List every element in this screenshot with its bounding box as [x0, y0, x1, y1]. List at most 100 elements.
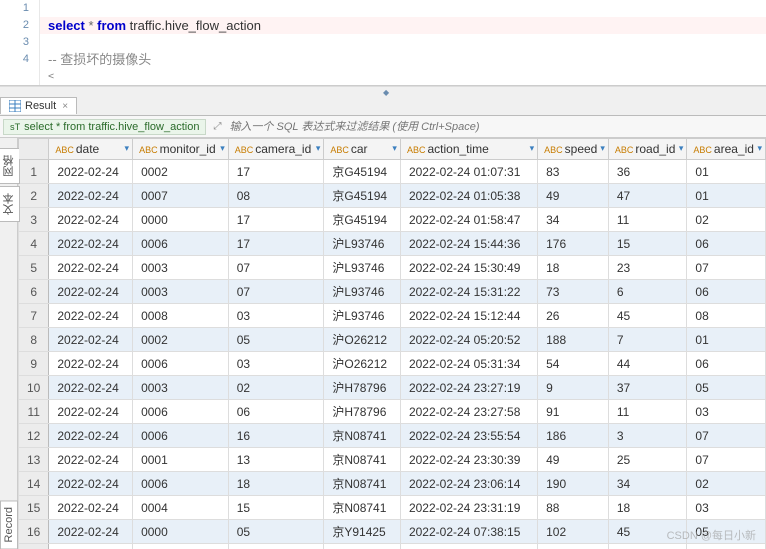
cell[interactable]: 07	[687, 424, 766, 448]
cell[interactable]: 2022-02-24	[49, 544, 133, 549]
cell[interactable]: 2022-02-24	[49, 400, 133, 424]
cell[interactable]: 34	[608, 472, 687, 496]
cell[interactable]: 0003	[133, 280, 229, 304]
cell[interactable]: 15	[608, 232, 687, 256]
rownum-cell[interactable]: 16	[19, 520, 49, 544]
cell[interactable]: 京Y91425	[324, 544, 401, 549]
rownum-cell[interactable]: 12	[19, 424, 49, 448]
cell[interactable]: 2022-02-24	[49, 232, 133, 256]
rownum-cell[interactable]: 14	[19, 472, 49, 496]
cell[interactable]: 49	[538, 184, 609, 208]
tab-text-view[interactable]: 文本	[0, 186, 20, 222]
cell[interactable]: 44	[608, 352, 687, 376]
cell[interactable]: 2022-02-24 23:55:54	[400, 424, 537, 448]
col-camera_id[interactable]: ABCcamera_id▾	[228, 139, 324, 160]
cell[interactable]: 26	[538, 304, 609, 328]
cell[interactable]: 03	[687, 496, 766, 520]
rownum-cell[interactable]: 10	[19, 376, 49, 400]
cell[interactable]: 沪L93746	[324, 232, 401, 256]
cell[interactable]: 08	[687, 304, 766, 328]
cell[interactable]: 0006	[133, 400, 229, 424]
table-row[interactable]: 82022-02-24000205沪O262122022-02-24 05:20…	[19, 328, 766, 352]
cell[interactable]: 11	[608, 208, 687, 232]
cell[interactable]: 2022-02-24 15:44:36	[400, 232, 537, 256]
cell[interactable]: 2022-02-24 01:07:31	[400, 160, 537, 184]
cell[interactable]: 0000	[133, 520, 229, 544]
table-row[interactable]: 162022-02-24000005京Y914252022-02-24 07:3…	[19, 520, 766, 544]
cell[interactable]: 2022-02-24 23:30:39	[400, 448, 537, 472]
sort-icon[interactable]: ▾	[530, 143, 535, 154]
rownum-cell[interactable]: 5	[19, 256, 49, 280]
table-row[interactable]: 22022-02-24000708京G451942022-02-24 01:05…	[19, 184, 766, 208]
cell[interactable]: 3	[608, 424, 687, 448]
col-monitor_id[interactable]: ABCmonitor_id▾	[133, 139, 229, 160]
table-row[interactable]: 122022-02-24000616京N087412022-02-24 23:5…	[19, 424, 766, 448]
cell[interactable]: 京Y91425	[324, 520, 401, 544]
cell[interactable]: 07	[228, 256, 324, 280]
split-ruler[interactable]: ◆	[0, 86, 766, 94]
table-row[interactable]: 42022-02-24000617沪L937462022-02-24 15:44…	[19, 232, 766, 256]
cell[interactable]: 京G45194	[324, 184, 401, 208]
tab-record[interactable]: Record	[0, 500, 18, 549]
sort-icon[interactable]: ▾	[600, 143, 605, 154]
cell[interactable]: 16	[228, 424, 324, 448]
rownum-cell[interactable]: 3	[19, 208, 49, 232]
cell[interactable]: 91	[538, 400, 609, 424]
cell[interactable]: 11	[608, 400, 687, 424]
cell[interactable]: 07	[687, 448, 766, 472]
cell[interactable]: 2022-02-24 23:27:19	[400, 376, 537, 400]
col-speed[interactable]: ABCspeed▾	[538, 139, 609, 160]
cell[interactable]: 06	[687, 232, 766, 256]
result-tab[interactable]: Result ×	[0, 97, 77, 114]
sql-editor[interactable]: 1 2 select * from traffic.hive_flow_acti…	[0, 0, 766, 86]
rownum-header[interactable]	[19, 139, 49, 160]
cell[interactable]: 0006	[133, 232, 229, 256]
col-car[interactable]: ABCcar▾	[324, 139, 401, 160]
table-row[interactable]: 172022-02-24000805京Y914252022-02-24 07:1…	[19, 544, 766, 549]
cell[interactable]: 2022-02-24 07:38:15	[400, 520, 537, 544]
cell[interactable]: 2022-02-24	[49, 448, 133, 472]
cell[interactable]: 0003	[133, 256, 229, 280]
cell[interactable]: 17	[228, 232, 324, 256]
cell[interactable]: 2022-02-24 05:31:34	[400, 352, 537, 376]
close-icon[interactable]: ×	[62, 101, 68, 112]
cell[interactable]: 京N08741	[324, 424, 401, 448]
cell[interactable]: 2022-02-24	[49, 208, 133, 232]
cell[interactable]: 45	[608, 520, 687, 544]
table-row[interactable]: 32022-02-24000017京G451942022-02-24 01:58…	[19, 208, 766, 232]
code-caret[interactable]: <	[40, 68, 54, 85]
table-row[interactable]: 62022-02-24000307沪L937462022-02-24 15:31…	[19, 280, 766, 304]
table-row[interactable]: 142022-02-24000618京N087412022-02-24 23:0…	[19, 472, 766, 496]
cell[interactable]: 07	[687, 256, 766, 280]
sort-icon[interactable]: ▾	[757, 143, 762, 154]
cell[interactable]: 2022-02-24 15:31:22	[400, 280, 537, 304]
cell[interactable]: 2022-02-24	[49, 496, 133, 520]
cell[interactable]: 18	[228, 472, 324, 496]
table-row[interactable]: 12022-02-24000217京G451942022-02-24 01:07…	[19, 160, 766, 184]
cell[interactable]: 0000	[133, 208, 229, 232]
table-row[interactable]: 132022-02-24000113京N087412022-02-24 23:3…	[19, 448, 766, 472]
cell[interactable]: 83	[538, 160, 609, 184]
cell[interactable]: 17	[228, 208, 324, 232]
cell[interactable]: 190	[538, 472, 609, 496]
cell[interactable]: 京N08741	[324, 472, 401, 496]
cell[interactable]: 186	[538, 424, 609, 448]
cell[interactable]: 2022-02-24	[49, 256, 133, 280]
cell[interactable]: 2022-02-24 15:12:44	[400, 304, 537, 328]
cell[interactable]: 37	[608, 376, 687, 400]
cell[interactable]: 06	[687, 280, 766, 304]
cell[interactable]: 2022-02-24	[49, 328, 133, 352]
cell[interactable]: 34	[538, 208, 609, 232]
sort-icon[interactable]: ▾	[125, 143, 130, 154]
cell[interactable]: 0006	[133, 424, 229, 448]
cell[interactable]: 01	[687, 328, 766, 352]
cell[interactable]: 京N08741	[324, 448, 401, 472]
cell[interactable]: 京G45194	[324, 160, 401, 184]
cell[interactable]: 17	[228, 160, 324, 184]
cell[interactable]: 沪O26212	[324, 328, 401, 352]
cell[interactable]: 18	[538, 256, 609, 280]
cell[interactable]: 2022-02-24 01:05:38	[400, 184, 537, 208]
cell[interactable]: 15	[228, 496, 324, 520]
cell[interactable]: 2022-02-24	[49, 352, 133, 376]
cell[interactable]: 01	[687, 184, 766, 208]
